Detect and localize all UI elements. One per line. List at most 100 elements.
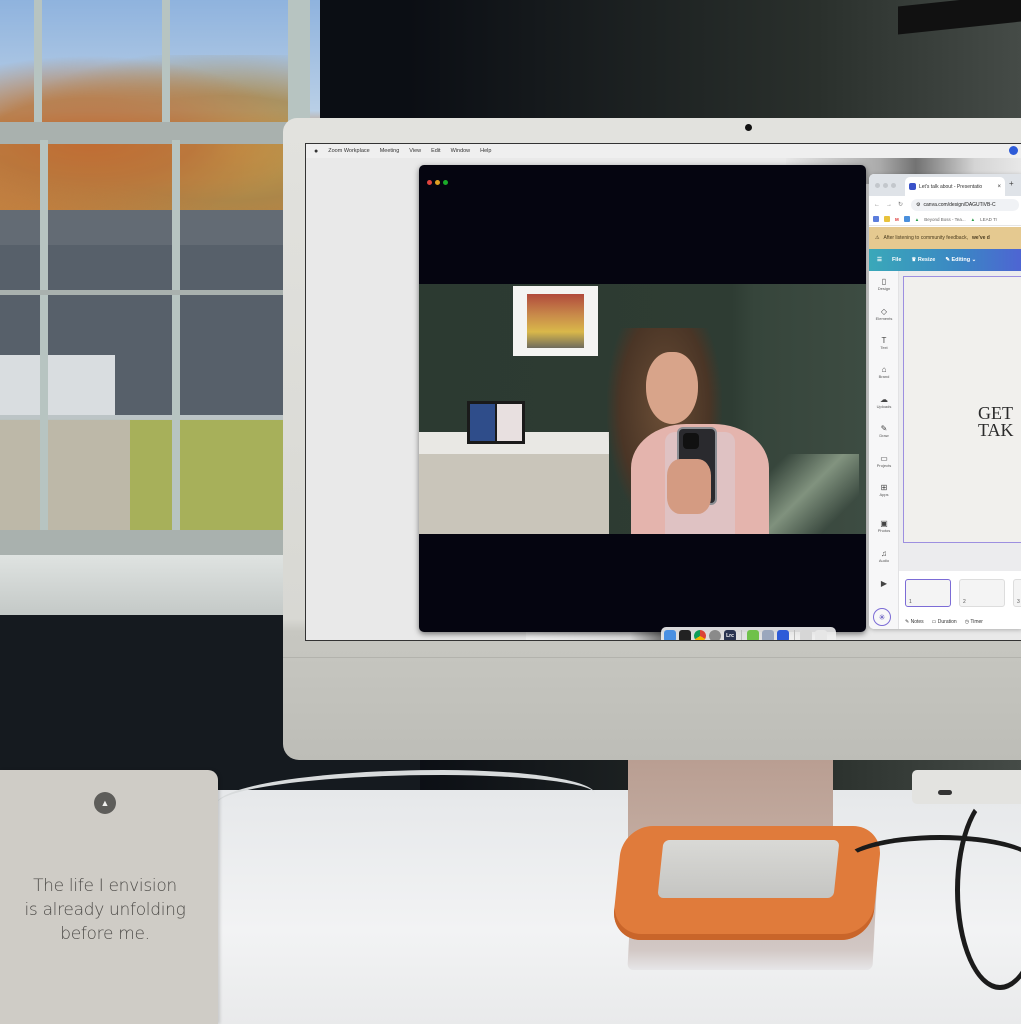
sidebar-item-audio[interactable]: ♫ Audio — [869, 549, 899, 563]
design-icon: ▯ — [881, 277, 887, 286]
sidebar-item-projects[interactable]: ▭ Projects — [869, 454, 899, 468]
menu-edit[interactable]: Edit — [431, 148, 440, 154]
back-icon[interactable]: ← — [874, 202, 880, 208]
sidebar-item-videos[interactable]: ▶ — [869, 579, 899, 588]
notes-button[interactable]: ✎ Notes — [905, 619, 924, 625]
preview-icon[interactable] — [762, 630, 774, 640]
editing-mode-button[interactable]: ✎ Editing ⌄ — [945, 257, 976, 263]
menu-view[interactable]: View — [409, 148, 421, 154]
shelf-cabinet — [419, 454, 609, 534]
sidebar-item-uploads[interactable]: ☁ Uploads — [869, 395, 899, 409]
trash-icon[interactable] — [815, 630, 827, 640]
macos-dock: Lrc — [661, 627, 836, 640]
sidebar-item-brand[interactable]: ⌂ Brand — [869, 365, 899, 379]
slide-canvas[interactable]: GET TAK — [903, 276, 1021, 543]
mission-control-icon[interactable] — [679, 630, 691, 640]
slide-thumbnail[interactable]: 3 — [1013, 579, 1021, 607]
facetime-icon[interactable] — [747, 630, 759, 640]
warning-icon: ⚠ — [875, 235, 880, 241]
draw-icon: ✎ — [880, 424, 888, 433]
canva-favicon-icon — [909, 183, 916, 190]
dock-separator — [741, 630, 742, 640]
driveway — [0, 420, 130, 530]
gmail-icon[interactable]: M — [895, 217, 899, 222]
upload-icon: ☁ — [880, 395, 888, 404]
chrome-icon[interactable] — [694, 630, 706, 640]
magic-sparkle-button[interactable]: ✳ — [873, 608, 891, 626]
lightroom-classic-icon[interactable]: Lrc — [724, 630, 736, 640]
timer-button[interactable]: ◷ Timer — [965, 619, 983, 625]
menu-zoom-workplace[interactable]: Zoom Workplace — [328, 148, 369, 154]
sidebar-item-elements[interactable]: ◇ Elements — [869, 307, 899, 321]
system-settings-icon[interactable] — [709, 630, 721, 640]
bookmark-lead[interactable]: LEAD Tr — [980, 217, 997, 222]
sidebar-item-text[interactable]: T Text — [869, 336, 899, 350]
address-bar: ← → ↻ ⚙ canva.com/design/DAGUTiVB-C — [869, 196, 1021, 213]
file-menu-button[interactable]: File — [892, 257, 901, 263]
minimize-window-button[interactable] — [883, 183, 888, 188]
apple-menu-icon[interactable]: ● — [314, 148, 318, 155]
menu-icon[interactable]: ☰ — [877, 257, 882, 263]
fullscreen-window-button[interactable] — [443, 180, 448, 185]
bookmarks-bar: M ▲ Beyond Boss - Tea... ▲ LEAD Tr — [869, 213, 1021, 226]
affirmation-text: The life I envision is already unfolding… — [24, 876, 186, 944]
video-feed — [419, 284, 866, 534]
forward-icon[interactable]: → — [886, 202, 892, 208]
minimize-window-button[interactable] — [435, 180, 440, 185]
finder-icon[interactable] — [664, 630, 676, 640]
window-mullion — [34, 0, 42, 130]
downloads-stack-icon[interactable] — [800, 630, 812, 640]
bookmark-icon[interactable] — [884, 216, 890, 222]
menu-window[interactable]: Window — [451, 148, 471, 154]
reload-icon[interactable]: ↻ — [898, 201, 903, 208]
slide-thumbnail[interactable]: 1 — [905, 579, 951, 607]
bookmark-apps-icon[interactable] — [873, 216, 879, 222]
hard-drive-face — [657, 840, 840, 898]
close-window-button[interactable] — [427, 180, 432, 185]
sidebar-item-photos[interactable]: ▣ Photos — [869, 519, 899, 533]
webcam — [745, 124, 752, 131]
zoom-video-window — [419, 165, 866, 632]
lawn — [130, 420, 290, 530]
slide-thumbnail[interactable]: 2 — [959, 579, 1005, 607]
banner-text: After listening to community feedback, — [883, 235, 968, 241]
menu-meeting[interactable]: Meeting — [380, 148, 400, 154]
tab-title: Let's talk about - Presentatio — [919, 183, 983, 190]
duration-button[interactable]: ▭ Duration — [932, 619, 957, 625]
imac-screen: ● Zoom Workplace Meeting View Edit Windo… — [305, 143, 1021, 641]
zoom-status-icon[interactable] — [1009, 146, 1018, 155]
sidebar-item-design[interactable]: ▯ Design — [869, 277, 899, 291]
photo-frame — [467, 401, 525, 444]
canvas-area: GET TAK — [899, 271, 1021, 571]
window-mullion — [162, 0, 170, 130]
text-icon: T — [881, 336, 887, 345]
url-text: canva.com/design/DAGUTiVB-C — [923, 201, 996, 208]
menu-help[interactable]: Help — [480, 148, 491, 154]
affirmation-card: ▲ The life I envision is already unfoldi… — [0, 770, 218, 1024]
close-tab-icon[interactable]: × — [997, 184, 1001, 190]
notice-banner: ⚠ After listening to community feedback,… — [869, 227, 1021, 249]
canva-sidebar: ▯ Design ◇ Elements T Text ⌂ Brand ☁ Uploads … — [869, 271, 899, 629]
music-note-icon: ♫ — [881, 549, 887, 558]
window-sill — [0, 555, 320, 615]
site-settings-icon[interactable]: ⚙ — [916, 202, 920, 208]
url-field[interactable]: ⚙ canva.com/design/DAGUTiVB-C — [911, 198, 1020, 211]
triangle-up-icon: ▲ — [94, 792, 116, 814]
tab-canva-presentation[interactable]: Let's talk about - Presentatio × — [905, 177, 1005, 196]
photos-icon: ▣ — [880, 519, 888, 528]
canva-toolbar: ☰ File ♛ Resize ✎ Editing ⌄ — [869, 249, 1021, 271]
slide-title[interactable]: GET TAK — [978, 404, 1014, 439]
elements-icon: ◇ — [880, 307, 888, 316]
zoom-app-icon[interactable] — [777, 630, 789, 640]
new-tab-button[interactable]: + — [1009, 179, 1014, 188]
sidebar-item-apps[interactable]: ⊞ Apps — [869, 483, 899, 497]
close-window-button[interactable] — [875, 183, 880, 188]
sidebar-item-draw[interactable]: ✎ Draw — [869, 424, 899, 438]
apps-icon: ⊞ — [880, 483, 888, 492]
bookmark-beyond-boss[interactable]: Beyond Boss - Tea... — [924, 217, 965, 222]
fullscreen-window-button[interactable] — [891, 183, 896, 188]
resize-button[interactable]: ♛ Resize — [911, 257, 935, 263]
bookmark-icon[interactable] — [903, 216, 910, 222]
imac-chin-edge — [283, 657, 1021, 658]
participant-face — [646, 352, 698, 424]
